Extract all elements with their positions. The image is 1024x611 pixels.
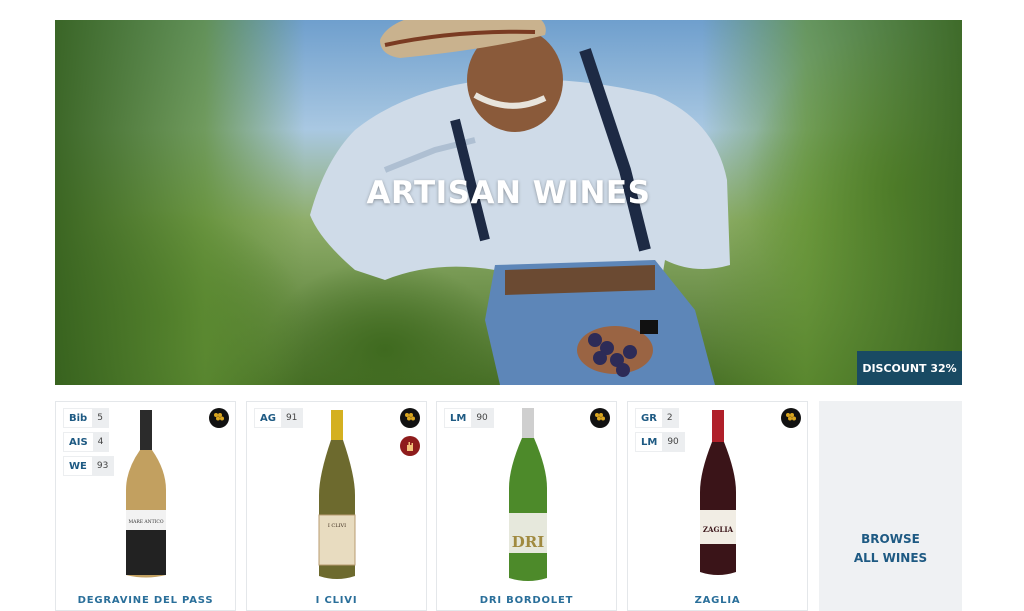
rating-badge: GR 2 bbox=[635, 408, 679, 428]
rating-score: 90 bbox=[471, 409, 493, 427]
browse-all-wines-button[interactable]: BROWSE ALL WINES bbox=[819, 401, 962, 611]
wine-bottle-image[interactable]: MARE ANTICO bbox=[121, 410, 171, 580]
bottle-label-text: I CLIVI bbox=[328, 523, 346, 529]
bottle-label-text: ZAGLIA bbox=[703, 525, 734, 534]
grapes-award-icon bbox=[400, 408, 420, 428]
grapes-award-icon bbox=[590, 408, 610, 428]
rating-code: LM bbox=[450, 412, 467, 424]
discount-badge: DISCOUNT 32% bbox=[857, 351, 962, 385]
bottle-label-text: DRI bbox=[512, 533, 545, 551]
rating-badge: Bib 5 bbox=[63, 408, 109, 428]
rating-code: LM bbox=[641, 436, 658, 448]
rating-code: AG bbox=[260, 412, 276, 424]
ratings-list: LM 90 bbox=[444, 408, 494, 432]
rating-score: 4 bbox=[92, 433, 109, 451]
product-card[interactable]: LM 90 DRI DRI BORDOLET bbox=[436, 401, 617, 611]
grapes-award-icon bbox=[781, 408, 801, 428]
product-card[interactable]: Bib 5 AIS 4 WE 93 MARE ANTICO DEGRAVINE … bbox=[55, 401, 236, 611]
bottle-label-text: MARE ANTICO bbox=[128, 519, 163, 525]
product-card[interactable]: AG 91 I CLIVI I CLIVI bbox=[246, 401, 427, 611]
product-card[interactable]: GR 2 LM 90 ZAGLIA ZAGLIA bbox=[627, 401, 808, 611]
rating-code: AIS bbox=[69, 436, 88, 448]
hero-title: ARTISAN WINES bbox=[366, 175, 651, 211]
rating-score: 93 bbox=[91, 457, 114, 475]
rating-score: 5 bbox=[92, 409, 108, 427]
product-name[interactable]: DRI BORDOLET bbox=[437, 595, 616, 606]
ratings-list: Bib 5 AIS 4 WE 93 bbox=[63, 408, 115, 480]
rating-score: 90 bbox=[662, 433, 684, 451]
rating-badge: WE 93 bbox=[63, 456, 115, 476]
hand-award-icon bbox=[400, 436, 420, 456]
grapes-award-icon bbox=[209, 408, 229, 428]
rating-code: Bib bbox=[69, 412, 88, 424]
rating-code: GR bbox=[641, 412, 657, 424]
ratings-list: GR 2 LM 90 bbox=[635, 408, 685, 456]
wine-bottle-image[interactable]: I CLIVI bbox=[312, 410, 362, 582]
wine-bottle-image[interactable]: ZAGLIA bbox=[696, 410, 740, 578]
rating-badge: AIS 4 bbox=[63, 432, 110, 452]
ratings-list: AG 91 bbox=[254, 408, 304, 432]
product-name[interactable]: ZAGLIA bbox=[628, 595, 807, 606]
browse-line-1: BROWSE bbox=[861, 531, 920, 546]
hero-banner[interactable]: ARTISAN WINES DISCOUNT 32% bbox=[55, 20, 962, 385]
rating-badge: AG 91 bbox=[254, 408, 304, 428]
rating-score: 2 bbox=[661, 409, 678, 427]
product-name[interactable]: DEGRAVINE DEL PASS bbox=[56, 595, 235, 606]
product-name[interactable]: I CLIVI bbox=[247, 595, 426, 606]
rating-badge: LM 90 bbox=[635, 432, 685, 452]
rating-score: 91 bbox=[280, 409, 303, 427]
wine-bottle-image[interactable]: DRI bbox=[505, 408, 551, 584]
browse-line-2: ALL WINES bbox=[853, 550, 928, 565]
rating-badge: LM 90 bbox=[444, 408, 494, 428]
rating-code: WE bbox=[69, 460, 87, 472]
